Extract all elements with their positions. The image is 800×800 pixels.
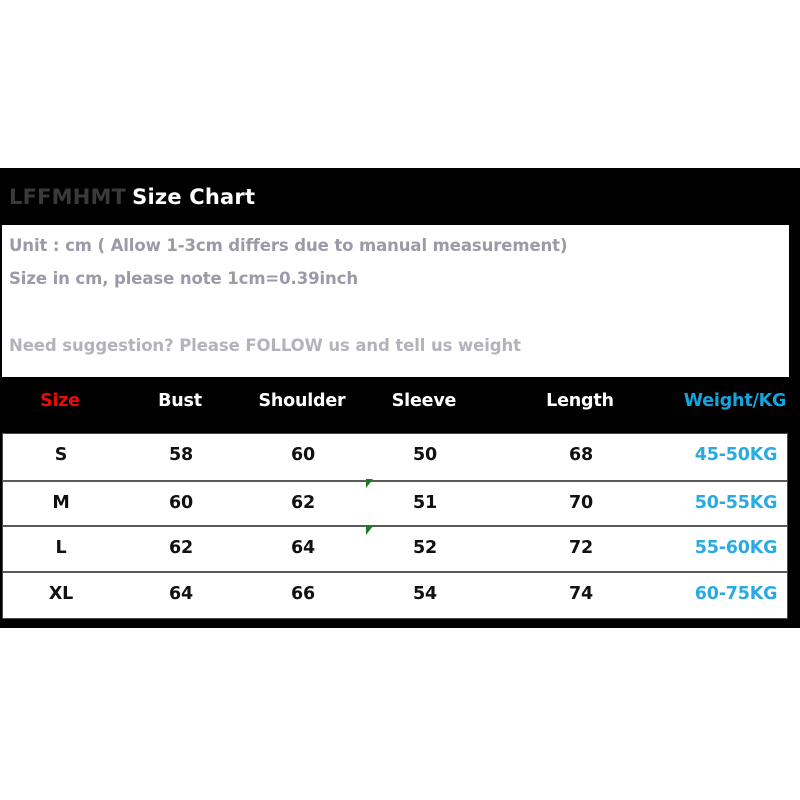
cell-shoulder: 60 <box>291 445 315 465</box>
cell-length: 72 <box>569 538 593 558</box>
cell-sleeve: 50 <box>413 445 437 465</box>
cell-size: S <box>54 445 68 465</box>
cell-bust: 62 <box>169 538 193 558</box>
column-header-bust: Bust <box>158 391 202 411</box>
cell-shoulder: 64 <box>291 538 315 558</box>
chart-title: Size Chart <box>132 185 256 209</box>
page-title: LFFMHMT Size Chart <box>9 186 255 208</box>
cell-size: XL <box>48 583 74 604</box>
cell-sleeve: 51 <box>413 492 437 513</box>
table-row: XL 64 66 54 74 60-75KG <box>3 570 787 617</box>
cell-sleeve: 54 <box>413 583 437 604</box>
table-row: M 60 62 51 70 50-55KG <box>3 479 787 526</box>
info-line-conversion: Size in cm, please note 1cm=0.39inch <box>9 269 358 288</box>
cell-weight: 50-55KG <box>694 492 778 513</box>
cell-weight: 45-50KG <box>694 445 778 465</box>
cell-length: 68 <box>569 445 593 465</box>
cell-length: 70 <box>569 492 593 513</box>
cell-bust: 58 <box>169 445 193 465</box>
page-canvas: LFFMHMT Size Chart Unit : cm ( Allow 1-3c… <box>0 0 800 800</box>
title-band: LFFMHMT Size Chart <box>0 168 800 225</box>
cell-bust: 64 <box>169 583 193 604</box>
table-row: L 62 64 52 72 55-60KG <box>3 525 787 571</box>
size-table-header-row: Size Bust Shoulder Sleeve Length Weight/… <box>0 377 800 433</box>
cell-size: L <box>55 538 67 558</box>
cell-weight: 60-75KG <box>694 583 778 604</box>
cell-shoulder: 62 <box>291 492 315 513</box>
table-row: S 58 60 50 68 45-50KG <box>3 434 787 480</box>
cell-size: M <box>52 492 70 513</box>
column-header-shoulder: Shoulder <box>258 391 346 411</box>
brand-name: LFFMHMT <box>9 185 127 209</box>
size-chart-card: LFFMHMT Size Chart Unit : cm ( Allow 1-3c… <box>0 168 800 628</box>
info-panel: Unit : cm ( Allow 1-3cm differs due to m… <box>2 225 789 377</box>
column-header-length: Length <box>546 391 614 411</box>
green-triangle-artifact-icon <box>366 526 373 535</box>
size-table-body: S 58 60 50 68 45-50KG M 60 62 51 70 50-5… <box>2 433 788 619</box>
info-line-unit: Unit : cm ( Allow 1-3cm differs due to m… <box>9 236 568 255</box>
column-header-sleeve: Sleeve <box>391 391 457 411</box>
cell-shoulder: 66 <box>291 583 315 604</box>
info-line-suggestion: Need suggestion? Please FOLLOW us and te… <box>9 336 521 355</box>
column-header-weight: Weight/KG <box>683 391 787 411</box>
column-header-size: Size <box>40 391 80 411</box>
green-triangle-artifact-icon <box>366 479 373 488</box>
cell-sleeve: 52 <box>413 538 437 558</box>
cell-length: 74 <box>569 583 593 604</box>
cell-weight: 55-60KG <box>694 538 778 558</box>
cell-bust: 60 <box>169 492 193 513</box>
